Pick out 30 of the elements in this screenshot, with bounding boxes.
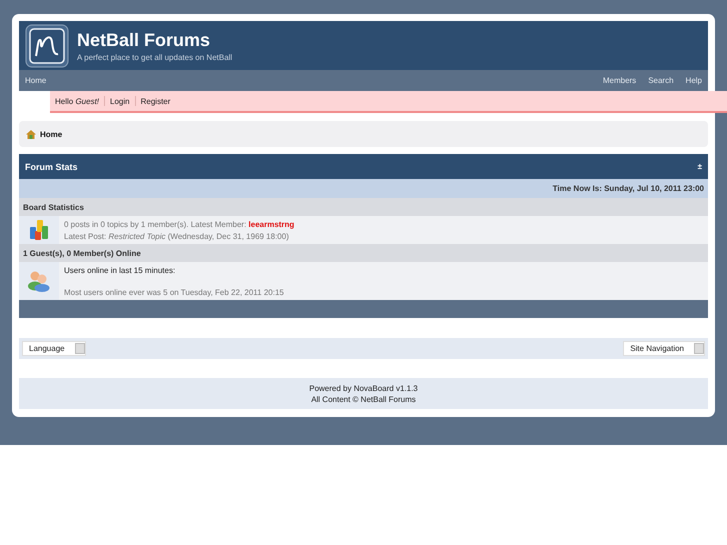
home-icon (26, 130, 36, 138)
language-select[interactable]: Language (22, 341, 86, 356)
breadcrumb-link[interactable]: Home (40, 130, 62, 138)
footer-text: Powered by NovaBoard v1.1.3 (309, 382, 418, 394)
member-link[interactable]: leearmstrng (248, 220, 294, 229)
greeting-text: Hello Guest! (55, 96, 100, 106)
users-icon (27, 270, 51, 292)
footer-text: All Content © NetBall Forums (311, 394, 416, 404)
site-title: NetBall Forums (77, 30, 212, 50)
subsection-title: Board Statistics (23, 202, 84, 212)
record-text: Most users online ever was 5 on Tuesday, Feb 22, 2011 20:15 (64, 287, 284, 299)
logo-icon (25, 24, 69, 68)
navigation-select[interactable]: Site Navigation (623, 341, 705, 356)
dropdown-icon (694, 343, 704, 354)
nav-link[interactable]: Search (648, 76, 674, 85)
user-link[interactable]: Register (140, 96, 170, 106)
nav-link[interactable]: Members (602, 76, 636, 85)
section-title: Forum Stats (25, 162, 78, 172)
latest-post-text: Latest Post: Restricted Topic (Wednesday, Dec 31, 1969 18:00) (64, 231, 290, 243)
subsection-title: 1 Guest(s), 0 Member(s) Online (23, 248, 141, 258)
online-users-text: Users online in last 15 minutes: (64, 265, 176, 277)
user-link[interactable]: Login (110, 96, 130, 106)
current-time: Time Now Is: Sunday, Jul 10, 2011 23:00 (552, 184, 704, 193)
site-tagline: A perfect place to get all updates on NetBall (77, 52, 232, 62)
stats-text: 0 posts in 0 topics by 1 member(s). Latest Member: leearmstrng (64, 219, 294, 231)
nav-link[interactable]: Home (25, 76, 46, 85)
chart-blocks-icon (29, 219, 49, 241)
nav-link[interactable]: Help (686, 76, 702, 85)
dropdown-icon (74, 343, 85, 354)
collapse-toggle[interactable]: ± (698, 162, 702, 171)
